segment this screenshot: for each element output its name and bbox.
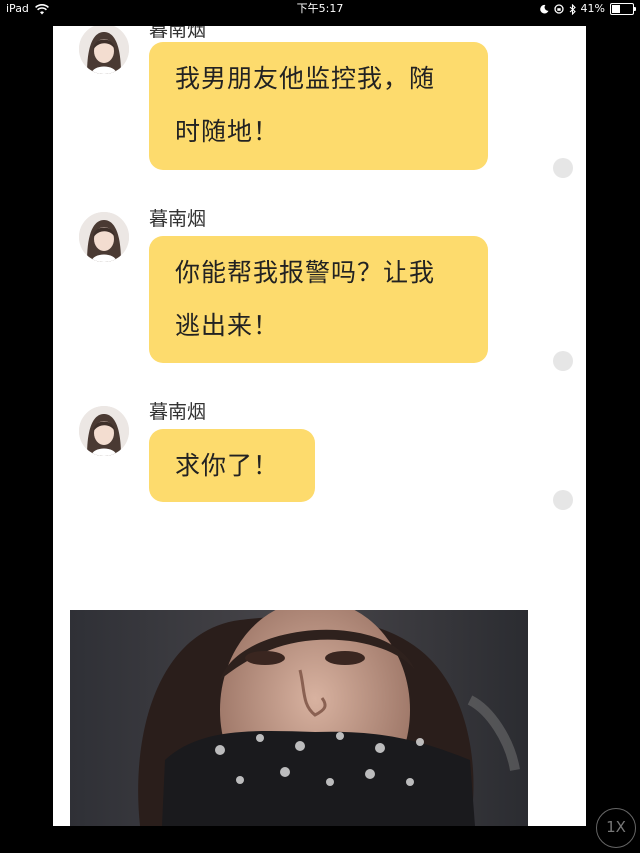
read-status-dot xyxy=(553,158,573,178)
chat-photo[interactable] xyxy=(70,610,528,826)
woman-avatar-icon xyxy=(79,212,129,262)
read-status-dot xyxy=(553,351,573,371)
status-right: 41% xyxy=(539,0,636,18)
moon-icon xyxy=(539,4,549,14)
battery-percent: 41% xyxy=(580,2,605,15)
avatar[interactable] xyxy=(79,26,129,74)
status-bar: iPad 下午5:17 41% xyxy=(0,0,640,18)
battery-level xyxy=(612,5,621,13)
message-line: 你能帮我报警吗？让我 xyxy=(175,258,436,287)
chat-content[interactable]: 暮南烟 我男朋友他监控我，随 时随地！ 暮南烟 你能帮我报警吗？让我 逃出来！ xyxy=(53,26,586,826)
message-bubble[interactable]: 你能帮我报警吗？让我 逃出来！ xyxy=(149,236,488,363)
woman-avatar-icon xyxy=(79,406,129,456)
message-bubble[interactable]: 我男朋友他监控我，随 时随地！ xyxy=(149,42,488,170)
message-bubble[interactable]: 求你了！ xyxy=(149,429,315,502)
bluetooth-icon xyxy=(569,3,576,15)
rotation-lock-icon xyxy=(553,4,564,14)
sender-name: 暮南烟 xyxy=(149,208,207,230)
avatar[interactable] xyxy=(79,212,129,262)
message-line: 求你了！ xyxy=(175,451,280,480)
message-line: 我男朋友他监控我，随 xyxy=(175,64,436,93)
crying-gagged-woman-photo xyxy=(70,610,528,826)
sender-name: 暮南烟 xyxy=(149,401,207,423)
message-line: 逃出来！ xyxy=(175,311,280,340)
read-status-dot xyxy=(553,490,573,510)
avatar[interactable] xyxy=(79,406,129,456)
message-line: 时随地！ xyxy=(175,117,280,146)
playback-speed-button[interactable]: 1X xyxy=(596,808,636,848)
woman-avatar-icon xyxy=(79,26,129,74)
sender-name: 暮南烟 xyxy=(149,26,207,41)
battery-icon xyxy=(610,3,636,15)
